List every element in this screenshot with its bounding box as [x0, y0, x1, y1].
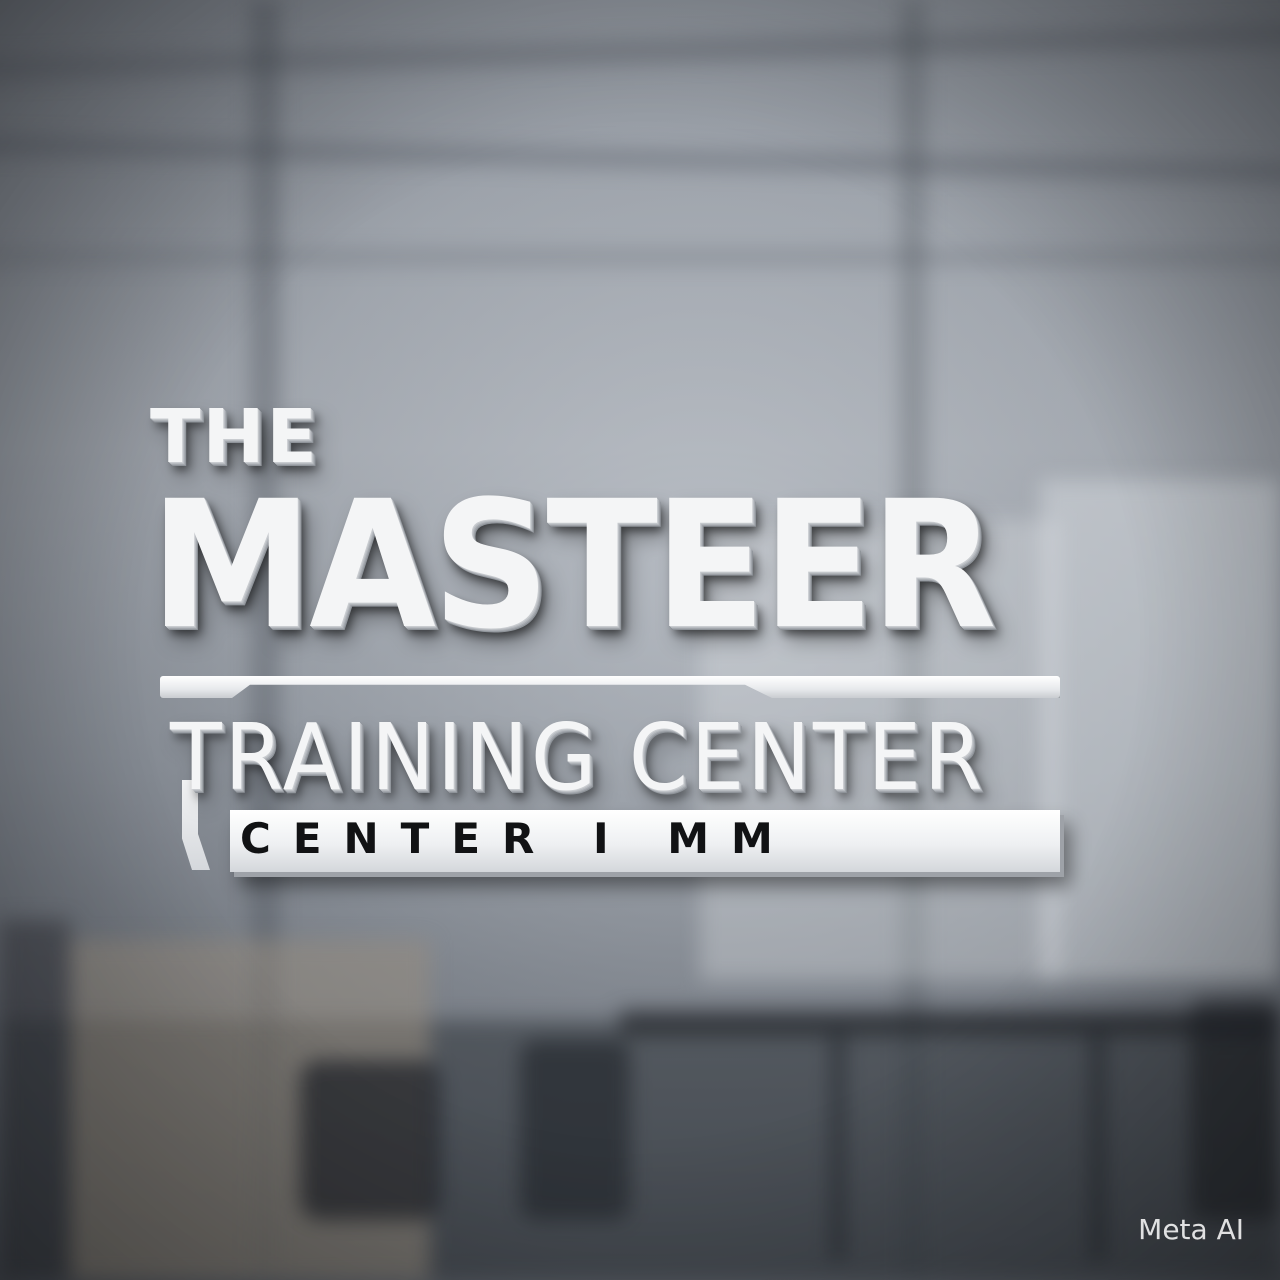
office-photo-scene: THE MASTEER TRAINING CENTER CENTER I MM … [0, 0, 1280, 1280]
wall-sign-logo: THE MASTEER TRAINING CENTER CENTER I MM [0, 0, 1280, 1280]
watermark-text: Meta AI [1138, 1213, 1244, 1246]
sign-line-subtitle: TRAINING CENTER [170, 704, 986, 811]
sign-plate-text: CENTER I MM [240, 814, 795, 863]
sign-line-main: MASTEER [150, 463, 996, 668]
sign-divider-bar [160, 676, 1060, 698]
